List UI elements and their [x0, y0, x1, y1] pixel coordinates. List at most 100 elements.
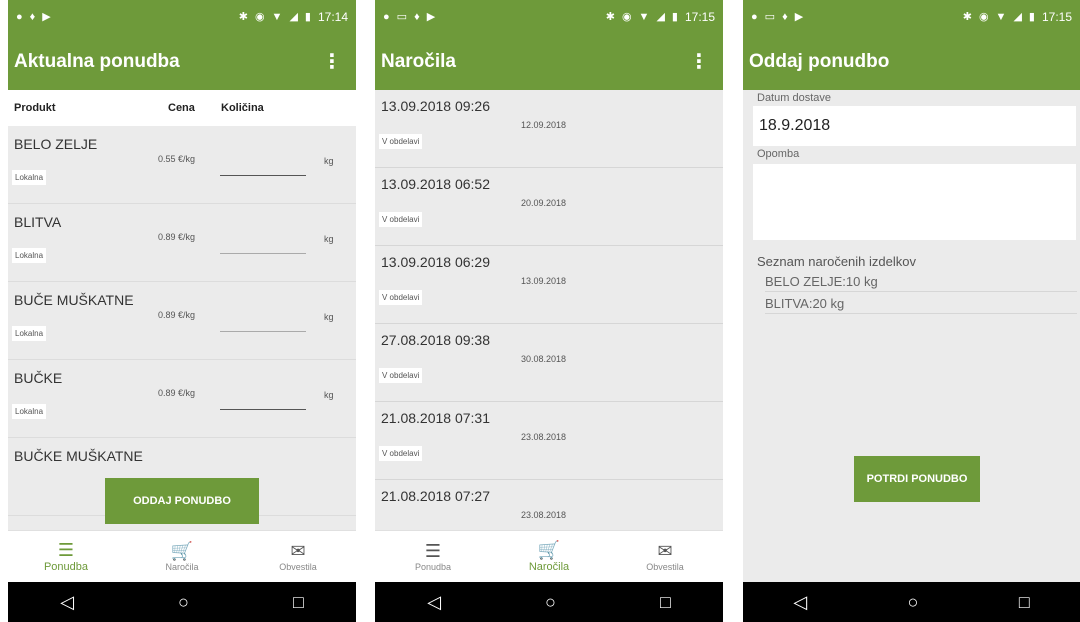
cart-icon: 🛒 — [170, 540, 194, 561]
note-textarea[interactable] — [753, 164, 1076, 240]
system-navigation: ◁ ○ □ — [8, 582, 356, 622]
order-row[interactable]: 13.09.2018 06:29 13.09.2018 V obdelavi — [375, 246, 723, 324]
bottom-navigation: ☰ Ponudba 🛒 Naročila ✉ Obvestila — [8, 530, 356, 582]
product-row: BUČKE Lokalna 0.89 €/kg kg — [8, 360, 356, 438]
order-created: 21.08.2018 07:27 — [381, 488, 490, 504]
order-status: V obdelavi — [379, 212, 423, 227]
location-icon: ♦ — [414, 10, 420, 23]
nav-item-narocila[interactable]: 🛒 Naročila — [491, 531, 607, 582]
nav-item-ponudba[interactable]: ☰ Ponudba — [8, 531, 124, 582]
offer-form: Datum dostave Opomba Seznam naročenih iz… — [743, 90, 1080, 582]
image-icon: ▭ — [764, 10, 776, 23]
overflow-menu-icon[interactable]: ⋮ — [322, 52, 342, 72]
product-name: BELO ZELJE — [14, 136, 98, 152]
back-icon[interactable]: ◁ — [60, 593, 74, 611]
wifi-icon: ▼ — [271, 10, 283, 23]
order-created: 27.08.2018 09:38 — [381, 332, 490, 348]
nav-label: Obvestila — [646, 561, 684, 572]
phone-narocila: ● ▭ ♦ ▶ ✱ ◉ ▼ ◢ ▮ 17:15 Naročila ⋮ 13.09… — [375, 0, 723, 622]
stage: ● ♦ ▶ ✱ ◉ ▼ ◢ ▮ 17:14 Aktualna ponudba ⋮… — [0, 0, 1080, 622]
product-unit: kg — [324, 390, 334, 400]
vibrate-icon: ◉ — [621, 10, 632, 23]
product-price: 0.89 €/kg — [158, 310, 196, 320]
app-bar: Oddaj ponudbo — [743, 34, 1080, 90]
nav-label: Naročila — [528, 560, 570, 573]
order-delivery: 30.08.2018 — [521, 354, 567, 364]
order-status: V obdelavi — [379, 368, 423, 383]
back-icon[interactable]: ◁ — [427, 593, 441, 611]
product-name: BUČKE MUŠKATNE — [14, 448, 143, 464]
recents-icon[interactable]: □ — [660, 593, 671, 611]
page-title: Naročila — [381, 51, 456, 72]
nav-item-ponudba[interactable]: ☰ Ponudba — [375, 531, 491, 582]
oddaj-ponudbo-button[interactable]: ODDAJ PONUDBO — [105, 478, 259, 524]
wifi-icon: ▼ — [995, 10, 1007, 23]
battery-icon: ▮ — [671, 10, 678, 23]
signal-icon: ◢ — [289, 10, 298, 23]
nav-label: Obvestila — [279, 561, 317, 572]
home-icon[interactable]: ○ — [545, 593, 556, 611]
quantity-input[interactable] — [220, 252, 306, 254]
order-delivery: 23.08.2018 — [521, 510, 567, 520]
mail-icon: ✉ — [290, 540, 306, 561]
product-price: 0.55 €/kg — [158, 154, 196, 164]
battery-icon: ▮ — [1028, 10, 1035, 23]
vibrate-icon: ◉ — [254, 10, 265, 23]
product-name: BLITVA — [14, 214, 62, 230]
order-delivery: 13.09.2018 — [521, 276, 567, 286]
product-tag: Lokalna — [12, 248, 47, 263]
list-icon: ☰ — [424, 540, 442, 561]
product-row: BLITVA Lokalna 0.89 €/kg kg — [8, 204, 356, 282]
location-icon: ● — [16, 10, 23, 23]
bottom-navigation: ☰ Ponudba 🛒 Naročila ✉ Obvestila — [375, 530, 723, 582]
nav-item-narocila[interactable]: 🛒 Naročila — [124, 531, 240, 582]
ordered-item: BLITVA:20 kg — [765, 296, 1077, 314]
order-row[interactable]: 13.09.2018 09:26 12.09.2018 V obdelavi — [375, 90, 723, 168]
potrdi-ponudbo-button[interactable]: POTRDI PONUDBO — [854, 456, 980, 502]
quantity-input[interactable] — [220, 174, 306, 176]
battery-icon: ▮ — [304, 10, 311, 23]
product-row: BUČE MUŠKATNE Lokalna 0.89 €/kg kg — [8, 282, 356, 360]
back-icon[interactable]: ◁ — [793, 593, 807, 611]
order-status: V obdelavi — [379, 446, 423, 461]
list-icon: ☰ — [57, 539, 75, 560]
order-delivery: 12.09.2018 — [521, 120, 567, 130]
phone-oddaj-ponudbo: ● ▭ ♦ ▶ ✱ ◉ ▼ ◢ ▮ 17:15 Oddaj ponudbo Da… — [743, 0, 1080, 622]
header-product: Produkt — [14, 102, 56, 114]
home-icon[interactable]: ○ — [178, 593, 189, 611]
order-row[interactable]: 27.08.2018 09:38 30.08.2018 V obdelavi — [375, 324, 723, 402]
bluetooth-icon: ✱ — [238, 10, 248, 23]
order-row[interactable]: 21.08.2018 07:27 23.08.2018 — [375, 480, 723, 530]
product-price: 0.89 €/kg — [158, 232, 196, 242]
header-price: Cena — [168, 102, 195, 114]
overflow-menu-icon[interactable]: ⋮ — [689, 52, 709, 72]
quantity-input[interactable] — [220, 408, 306, 410]
system-navigation: ◁ ○ □ — [375, 582, 723, 622]
status-time: 17:14 — [317, 10, 348, 24]
nav-item-obvestila[interactable]: ✉ Obvestila — [240, 531, 356, 582]
product-name: BUČKE — [14, 370, 63, 386]
nav-label: Naročila — [165, 561, 199, 572]
order-status: V obdelavi — [379, 290, 423, 305]
play-store-icon: ▶ — [794, 10, 804, 23]
status-bar: ● ▭ ♦ ▶ ✱ ◉ ▼ ◢ ▮ 17:15 — [375, 0, 723, 34]
recents-icon[interactable]: □ — [1019, 593, 1030, 611]
play-store-icon: ▶ — [42, 10, 51, 23]
product-tag: Lokalna — [12, 404, 47, 419]
order-row[interactable]: 21.08.2018 07:31 23.08.2018 V obdelavi — [375, 402, 723, 480]
home-icon[interactable]: ○ — [908, 593, 919, 611]
delivery-date-input[interactable] — [753, 106, 1076, 146]
recents-icon[interactable]: □ — [293, 593, 304, 611]
bluetooth-icon: ✱ — [605, 10, 615, 23]
location-icon: ● — [751, 10, 758, 23]
product-tag: Lokalna — [12, 170, 47, 185]
product-unit: kg — [324, 234, 334, 244]
order-delivery: 23.08.2018 — [521, 432, 567, 442]
status-time: 17:15 — [684, 10, 715, 24]
order-created: 21.08.2018 07:31 — [381, 410, 490, 426]
quantity-input[interactable] — [220, 330, 306, 332]
nav-item-obvestila[interactable]: ✉ Obvestila — [607, 531, 723, 582]
order-row[interactable]: 13.09.2018 06:52 20.09.2018 V obdelavi — [375, 168, 723, 246]
bluetooth-icon: ✱ — [962, 10, 972, 23]
product-unit: kg — [324, 156, 334, 166]
